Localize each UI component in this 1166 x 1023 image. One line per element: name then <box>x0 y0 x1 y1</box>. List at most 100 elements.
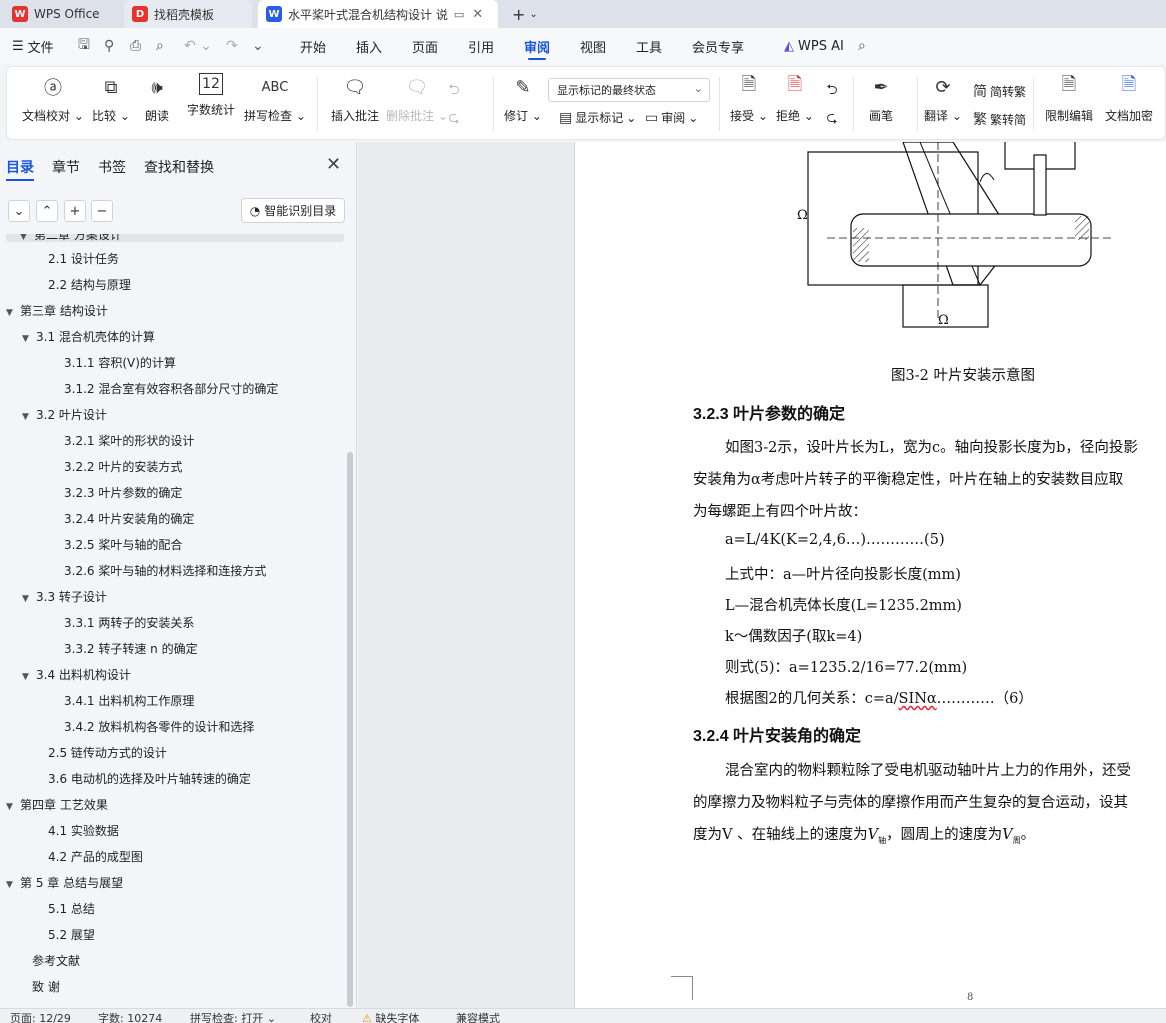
undo-icon[interactable]: ↶ ⌄ <box>184 28 212 64</box>
new-tab-button[interactable]: + ⌄ <box>504 0 548 28</box>
wps-ai-button[interactable]: ◭ WPS AI <box>784 28 844 64</box>
toc-item-cut[interactable]: ▼ 第二章 方案设计 <box>6 234 344 242</box>
tab-bookmarks[interactable]: 书签 <box>98 157 126 177</box>
word-count-indicator[interactable]: 字数: 10274 <box>98 1010 162 1023</box>
toc-item[interactable]: 3.3.1 两转子的安装关系 <box>64 614 194 631</box>
toc-item-label: 4.1 实验数据 <box>48 824 119 838</box>
expand-chevron-icon[interactable]: ⌃ <box>36 200 58 222</box>
toc-item[interactable]: 3.2.5 桨叶与轴的配合 <box>64 536 182 553</box>
encrypt-document-button[interactable]: 🗎 文档加密 <box>1097 73 1161 124</box>
toc-item[interactable]: 2.1 设计任务 <box>48 250 119 267</box>
missing-font-indicator[interactable]: ⚠ 缺失字体 <box>362 1010 419 1023</box>
toc-item[interactable]: ▼ 3.3 转子设计 <box>22 588 107 605</box>
panel-scrollbar[interactable] <box>347 452 353 1007</box>
close-tab-icon[interactable]: ✕ <box>472 7 483 22</box>
expand-arrow-icon[interactable]: ▼ <box>6 308 20 318</box>
tab-toc[interactable]: 目录 <box>6 157 34 181</box>
next-change-button[interactable]: ⮎ <box>817 105 847 133</box>
simplified-to-traditional-button[interactable]: 简 简转繁 <box>973 81 1026 101</box>
insert-comment-button[interactable]: 🗨 插入批注 <box>323 73 387 124</box>
proofread-indicator[interactable]: 校对 <box>310 1010 332 1023</box>
review-pane-button[interactable]: ▭ 审阅 ⌄ <box>645 109 698 126</box>
toc-item[interactable]: 3.2.3 叶片参数的确定 <box>64 484 182 501</box>
save-icon[interactable]: 🖫 <box>78 28 90 64</box>
show-markup-button[interactable]: ▤ 显示标记 ⌄ <box>559 109 636 126</box>
previous-change-button[interactable]: ⮌ <box>817 77 847 105</box>
toc-item[interactable]: 参考文献 <box>32 952 80 969</box>
toc-item[interactable]: ▼ 第三章 结构设计 <box>6 302 108 319</box>
toc-item[interactable]: ▼ 第四章 工艺效果 <box>6 796 108 813</box>
toc-item[interactable]: 4.2 产品的成型图 <box>48 848 143 865</box>
toc-item[interactable]: 3.3.2 转子转速 n 的确定 <box>64 640 198 657</box>
collapse-chevron-icon[interactable]: ⌄ <box>8 200 30 222</box>
menu-insert[interactable]: 插入 <box>356 28 382 64</box>
tab-wps-office[interactable]: W WPS Office <box>4 0 116 28</box>
monitor-icon[interactable]: ▭ <box>454 8 464 21</box>
toc-item[interactable]: ▼ 第 5 章 总结与展望 <box>6 874 123 891</box>
pen-button[interactable]: ✒ 画笔 <box>849 73 913 124</box>
expand-arrow-icon[interactable]: ▼ <box>6 880 20 890</box>
search-icon[interactable]: ⌕ <box>858 28 866 64</box>
page-indicator[interactable]: 页面: 12/29 <box>10 1010 71 1023</box>
toc-item-label: 3.4.1 出料机构工作原理 <box>64 694 195 708</box>
next-comment-button[interactable]: ⮎ <box>439 105 469 133</box>
traditional-to-simplified-button[interactable]: 繁 繁转简 <box>973 109 1026 129</box>
toc-item[interactable]: 3.2.2 叶片的安装方式 <box>64 458 182 475</box>
remove-heading-icon[interactable]: − <box>91 200 113 222</box>
expand-arrow-icon[interactable]: ▼ <box>6 802 20 812</box>
toc-item[interactable]: 3.4.1 出料机构工作原理 <box>64 692 194 709</box>
toc-item-label: 3.2.2 叶片的安装方式 <box>64 460 183 474</box>
toc-item[interactable]: 3.4.2 放料机构各零件的设计和选择 <box>64 718 254 735</box>
toc-item[interactable]: 5.1 总结 <box>48 900 95 917</box>
menu-references[interactable]: 引用 <box>468 28 494 64</box>
toc-item[interactable]: 4.1 实验数据 <box>48 822 119 839</box>
smart-toc-button[interactable]: ◔ 智能识别目录 <box>241 198 345 223</box>
toc-item[interactable]: ▼ 3.4 出料机构设计 <box>22 666 131 683</box>
spelling-error[interactable]: SINα <box>899 691 937 707</box>
spell-check-button[interactable]: ABC 拼写检查 ⌄ <box>243 73 307 124</box>
toc-item[interactable]: 3.1.1 容积(V)的计算 <box>64 354 176 371</box>
toc-item[interactable]: 5.2 展望 <box>48 926 95 943</box>
redo-icon[interactable]: ↷ <box>226 28 238 64</box>
translate-button[interactable]: ⟳ 翻译 ⌄ <box>911 73 975 124</box>
toc-item[interactable]: ▼ 3.2 叶片设计 <box>22 406 107 423</box>
word-count-button[interactable]: 12 字数统计 <box>179 73 243 118</box>
spell-check-indicator[interactable]: 拼写检查: 打开 ⌄ <box>190 1010 276 1023</box>
menu-view[interactable]: 视图 <box>580 28 606 64</box>
file-menu[interactable]: ☰ 文件 <box>12 28 54 64</box>
track-changes-button[interactable]: ✎ 修订 ⌄ <box>491 73 555 124</box>
more-chevron-icon[interactable]: ⌄ <box>252 28 264 64</box>
document-page[interactable]: Ω Ω 图3-2 叶片安装示意图 3.2.3 叶片参数的确定 如图3-2示，设叶… <box>574 142 1166 1008</box>
export-icon[interactable]: ⚲ <box>104 28 114 64</box>
tab-sections[interactable]: 章节 <box>52 157 80 177</box>
toc-item[interactable]: 3.2.6 桨叶与轴的材料选择和连接方式 <box>64 562 266 579</box>
expand-arrow-icon[interactable]: ▼ <box>22 334 36 344</box>
print-preview-icon[interactable]: ⌕ <box>156 28 164 64</box>
tab-docer-templates[interactable]: D 找稻壳模板 <box>124 0 252 28</box>
toc-item[interactable]: 2.5 链传动方式的设计 <box>48 744 167 761</box>
restrict-editing-button[interactable]: 🗎 限制编辑 <box>1037 73 1101 124</box>
expand-arrow-icon[interactable]: ▼ <box>22 594 36 604</box>
toc-item[interactable]: 3.2.4 叶片安装角的确定 <box>64 510 194 527</box>
tab-current-document[interactable]: W 水平桨叶式混合机结构设计 说 ▭ ✕ <box>258 0 498 28</box>
expand-arrow-icon[interactable]: ▼ <box>22 672 36 682</box>
toc-item[interactable]: 3.2.1 桨叶的形状的设计 <box>64 432 194 449</box>
toc-item[interactable]: 3.1.2 混合室有效容积各部分尺寸的确定 <box>64 380 278 397</box>
toc-item[interactable]: 2.2 结构与原理 <box>48 276 131 293</box>
toc-item[interactable]: ▼ 3.1 混合机壳体的计算 <box>22 328 155 345</box>
close-icon[interactable]: ✕ <box>326 154 341 175</box>
proofread-button[interactable]: ⓐ 文档校对 ⌄ <box>21 73 85 124</box>
menu-member[interactable]: 会员专享 <box>692 28 744 64</box>
menu-review[interactable]: 审阅 <box>524 28 550 64</box>
toc-item[interactable]: 3.6 电动机的选择及叶片轴转速的确定 <box>48 770 251 787</box>
display-mode-dropdown[interactable]: 显示标记的最终状态 ⌄ <box>548 78 710 102</box>
toc-item[interactable]: 致 谢 <box>32 978 60 995</box>
tab-find-replace[interactable]: 查找和替换 <box>144 157 214 177</box>
menu-page[interactable]: 页面 <box>412 28 438 64</box>
add-heading-icon[interactable]: + <box>64 200 86 222</box>
menu-tools[interactable]: 工具 <box>636 28 662 64</box>
menu-start[interactable]: 开始 <box>300 28 326 64</box>
expand-arrow-icon[interactable]: ▼ <box>22 412 36 422</box>
previous-comment-button[interactable]: ⮌ <box>439 77 469 105</box>
print-icon[interactable]: ⎙ <box>130 28 141 64</box>
